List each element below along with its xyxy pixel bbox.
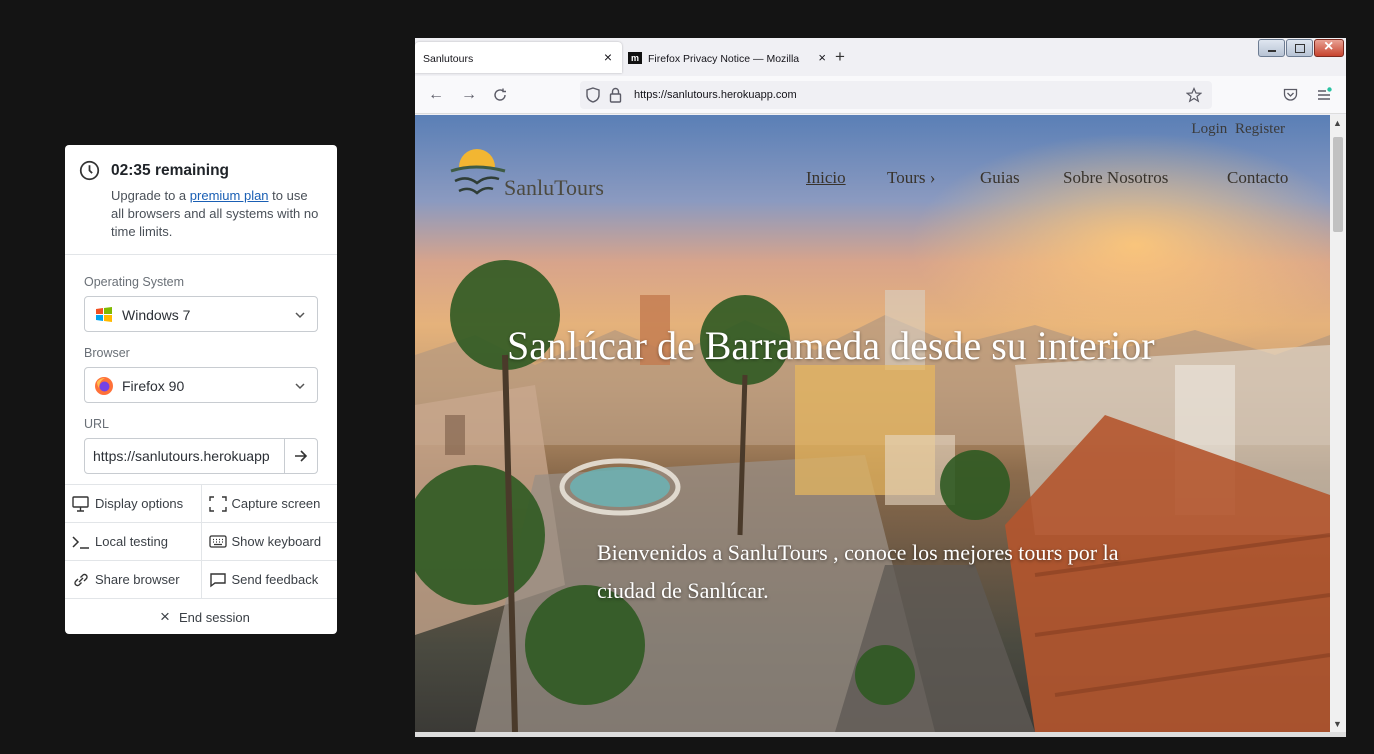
- scroll-up-icon[interactable]: ▲: [1333, 118, 1342, 128]
- reload-icon[interactable]: [493, 88, 507, 102]
- firefox-icon: [95, 377, 113, 395]
- keyboard-icon: [208, 535, 227, 548]
- session-panel: 02:35 remaining Upgrade to a premium pla…: [65, 145, 337, 634]
- end-session-button[interactable]: × End session: [65, 598, 337, 634]
- session-actions: Display options Capture screen Local tes…: [65, 484, 337, 634]
- browser-label: Browser: [84, 346, 130, 360]
- premium-plan-link[interactable]: premium plan: [190, 188, 269, 203]
- local-testing-button[interactable]: Local testing: [65, 523, 202, 560]
- back-arrow-icon[interactable]: ←: [428, 86, 444, 104]
- tab-firefox-privacy[interactable]: m Firefox Privacy Notice — Mozilla ×: [628, 42, 828, 73]
- website-viewport: Login Register SanluTours Inicio Tours ›…: [415, 115, 1330, 732]
- upgrade-message: Upgrade to a premium plan to use all bro…: [111, 188, 319, 239]
- pocket-icon[interactable]: [1283, 88, 1298, 102]
- lock-icon[interactable]: [609, 87, 622, 103]
- link-icon: [74, 573, 88, 587]
- time-remaining: 02:35 remaining: [111, 162, 230, 179]
- hero-title: Sanlúcar de Barrameda desde su interior: [507, 323, 1155, 368]
- nav-bar: ← → https://sanlutours.herokuapp.com: [415, 76, 1346, 114]
- url-label: URL: [84, 417, 110, 431]
- scrollbar-thumb[interactable]: [1333, 137, 1343, 232]
- shield-icon[interactable]: [586, 87, 600, 103]
- window-controls: [1258, 38, 1344, 57]
- scroll-down-icon[interactable]: ▼: [1333, 719, 1342, 729]
- scrollbar[interactable]: ▲ ▼: [1330, 115, 1346, 732]
- monitor-icon: [72, 496, 89, 512]
- forward-arrow-icon[interactable]: →: [461, 86, 477, 104]
- chevron-down-icon: [295, 312, 305, 319]
- browser-window: Sanlutours × m Firefox Privacy Notice — …: [415, 38, 1346, 737]
- share-browser-button[interactable]: Share browser: [65, 561, 202, 598]
- new-tab-button[interactable]: +: [835, 47, 845, 67]
- tab-bar: Sanlutours × m Firefox Privacy Notice — …: [415, 38, 1346, 76]
- os-value: Windows 7: [122, 307, 191, 323]
- browser-select[interactable]: Firefox 90: [84, 367, 318, 403]
- mozilla-icon: m: [628, 52, 642, 64]
- nav-guias[interactable]: Guias: [980, 168, 1020, 188]
- close-window-button[interactable]: [1314, 38, 1344, 57]
- chat-icon: [209, 573, 226, 588]
- nav-inicio[interactable]: Inicio: [806, 168, 846, 188]
- maximize-button[interactable]: [1286, 39, 1313, 57]
- url-input[interactable]: [85, 439, 285, 473]
- display-options-button[interactable]: Display options: [65, 485, 202, 522]
- address-bar[interactable]: https://sanlutours.herokuapp.com: [580, 81, 1212, 109]
- send-feedback-button[interactable]: Send feedback: [202, 561, 338, 598]
- star-icon[interactable]: [1186, 87, 1202, 103]
- os-select[interactable]: Windows 7: [84, 296, 318, 332]
- capture-screen-button[interactable]: Capture screen: [202, 485, 338, 522]
- nav-contacto[interactable]: Contacto: [1227, 168, 1288, 188]
- terminal-icon: [72, 536, 89, 549]
- minimize-button[interactable]: [1258, 39, 1285, 57]
- session-timer: 02:35 remaining Upgrade to a premium pla…: [65, 145, 337, 255]
- url-text: https://sanlutours.herokuapp.com: [634, 89, 797, 101]
- tab-sanlutours[interactable]: Sanlutours ×: [415, 42, 622, 73]
- os-label: Operating System: [84, 275, 185, 289]
- tab-close-icon[interactable]: ×: [604, 49, 612, 65]
- city-background-image: [415, 260, 1330, 732]
- go-button[interactable]: [284, 439, 317, 473]
- menu-icon[interactable]: [1316, 86, 1332, 102]
- chevron-down-icon: [295, 383, 305, 390]
- hero-subtitle: Bienvenidos a SanluTours , conoce los me…: [597, 540, 1119, 603]
- url-field: [84, 438, 318, 474]
- close-icon: ×: [160, 607, 170, 626]
- nav-sobre-nosotros[interactable]: Sobre Nosotros: [1063, 168, 1168, 188]
- session-form: Operating System Windows 7 Browser Firef…: [65, 275, 337, 474]
- browser-bottom-edge: [415, 732, 1346, 737]
- windows-icon: [96, 307, 112, 322]
- capture-icon: [208, 496, 227, 512]
- nav-tours[interactable]: Tours ›: [887, 168, 935, 188]
- show-keyboard-button[interactable]: Show keyboard: [202, 523, 338, 560]
- clock-icon: [79, 160, 100, 181]
- browser-value: Firefox 90: [122, 378, 185, 394]
- tab-close-icon[interactable]: ×: [818, 50, 826, 65]
- login-register-links[interactable]: Login Register: [1191, 121, 1285, 138]
- arrow-right-icon: [295, 450, 308, 462]
- site-logo-text[interactable]: SanluTours: [504, 175, 604, 201]
